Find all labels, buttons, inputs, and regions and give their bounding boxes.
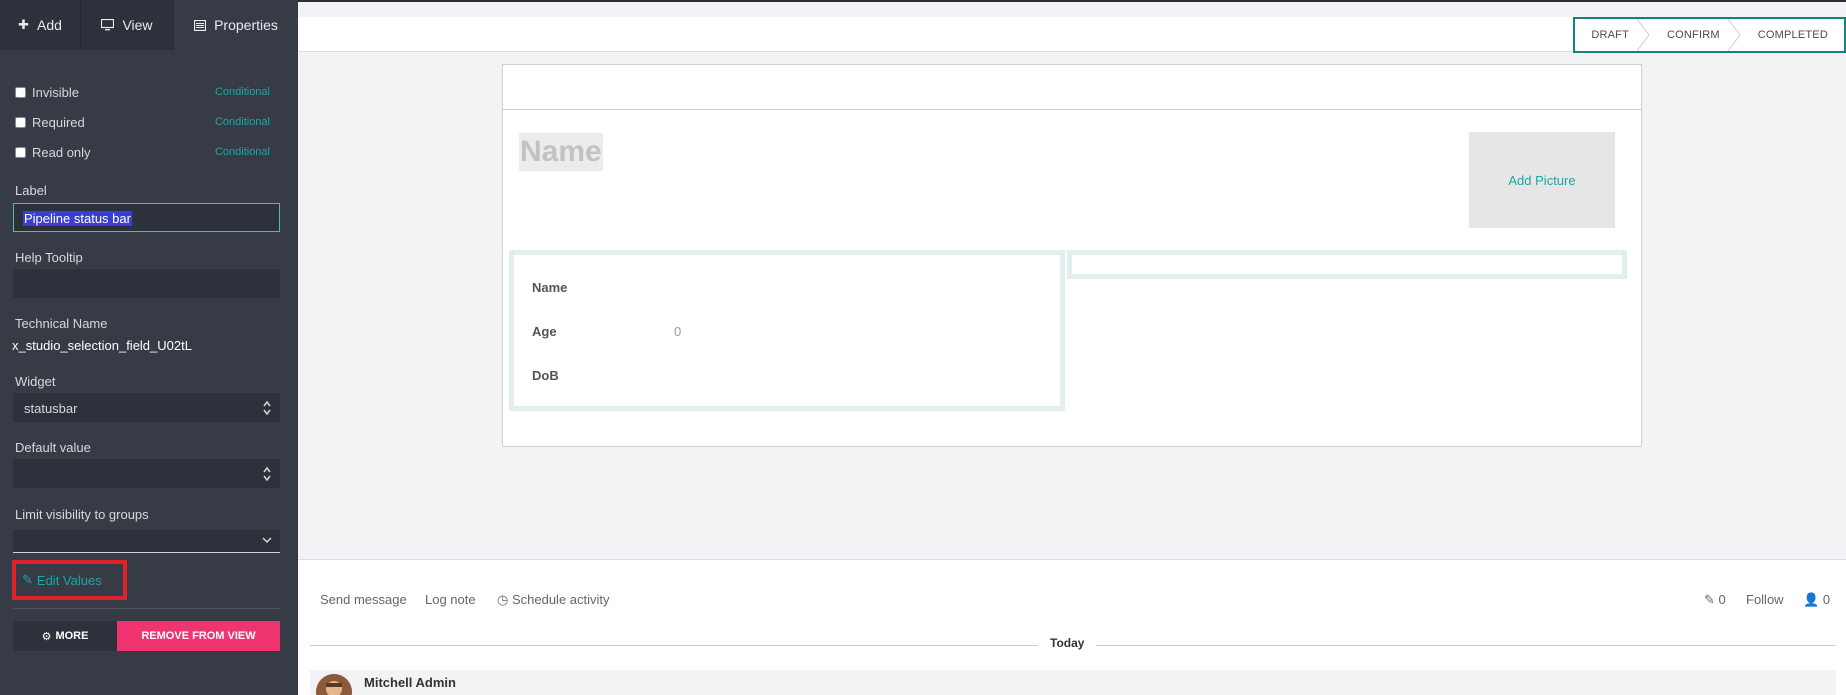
default-value-caption: Default value (15, 440, 91, 455)
required-label: Required (32, 114, 85, 130)
field-label-name: Name (532, 280, 568, 295)
technical-name-value: x_studio_selection_field_U02tL (12, 338, 192, 353)
field-value-age[interactable]: 0 (674, 324, 681, 339)
tab-properties-label: Properties (214, 17, 278, 33)
more-button[interactable]: ⚙ MORE (13, 621, 117, 651)
groups-caption: Limit visibility to groups (15, 507, 149, 522)
more-button-label: MORE (55, 630, 89, 642)
stage-confirm[interactable]: CONFIRM (1645, 19, 1741, 51)
widget-select[interactable]: statusbar (13, 393, 280, 422)
widget-caption: Widget (15, 374, 56, 389)
technical-name-caption: Technical Name (15, 316, 108, 331)
tab-properties[interactable]: Properties (174, 0, 298, 50)
required-row: Required Conditional (15, 113, 270, 131)
sheet-header[interactable] (503, 65, 1641, 110)
add-picture-button[interactable]: Add Picture (1469, 132, 1615, 228)
sidebar-divider (13, 608, 280, 609)
stage-label: DRAFT (1591, 29, 1629, 41)
form-editor: DRAFT CONFIRM COMPLETED Name Add Picture… (298, 2, 1846, 695)
edit-values-link[interactable]: ✎ Edit Values (12, 560, 127, 600)
paperclip-icon: ✎ (1704, 592, 1715, 607)
pipeline-statusbar[interactable]: DRAFT CONFIRM COMPLETED (1573, 17, 1846, 53)
required-conditional-link[interactable]: Conditional (215, 116, 270, 128)
label-input[interactable]: Pipeline status bar (13, 203, 280, 232)
attachments-count: 0 (1718, 592, 1726, 607)
follow-button[interactable]: Follow (1746, 592, 1784, 607)
schedule-activity-link[interactable]: ◷ Schedule activity (497, 592, 610, 608)
sidebar-tabs: ✚ Add View Properties (0, 0, 298, 50)
updown-icon (263, 466, 271, 482)
updown-icon (263, 400, 271, 416)
invisible-label: Invisible (32, 84, 79, 100)
invisible-conditional-link[interactable]: Conditional (215, 86, 270, 98)
user-icon: 👤 (1803, 592, 1820, 607)
field-label-dob: DoB (532, 368, 559, 383)
stage-label: CONFIRM (1667, 29, 1720, 41)
field-group-right[interactable] (1067, 250, 1627, 279)
chevron-down-icon (262, 537, 272, 544)
groups-select[interactable] (13, 530, 280, 553)
today-label: Today (1038, 636, 1097, 650)
followers-count: 0 (1822, 592, 1831, 607)
tab-add-label: Add (36, 17, 62, 33)
tab-view-label: View (122, 17, 153, 33)
schedule-activity-label: Schedule activity (511, 592, 610, 607)
remove-from-view-button[interactable]: REMOVE FROM VIEW (117, 621, 280, 651)
readonly-conditional-link[interactable]: Conditional (215, 146, 270, 158)
default-value-select[interactable] (13, 459, 280, 488)
stage-completed[interactable]: COMPLETED (1736, 19, 1844, 51)
message-author[interactable]: Mitchell Admin (364, 675, 456, 690)
label-caption: Label (15, 183, 47, 198)
monitor-icon (101, 19, 115, 31)
stage-arrow-separator (1727, 19, 1741, 51)
plus-icon: ✚ (18, 17, 29, 32)
field-label-age: Age (532, 324, 557, 339)
pencil-icon: ✎ (22, 572, 33, 587)
stage-label: COMPLETED (1757, 29, 1828, 41)
invisible-row: Invisible Conditional (15, 83, 270, 101)
tooltip-caption: Help Tooltip (15, 250, 83, 265)
form-sheet: Name Add Picture Name Age 0 DoB (502, 64, 1642, 447)
gear-icon: ⚙ (41, 630, 52, 643)
tab-add[interactable]: ✚ Add (0, 0, 81, 50)
chatter: Send message Log note ◷ Schedule activit… (298, 559, 1846, 695)
avatar[interactable] (316, 674, 352, 695)
send-message-link[interactable]: Send message (320, 592, 407, 607)
log-note-link[interactable]: Log note (425, 592, 476, 607)
readonly-row: Read only Conditional (15, 143, 270, 161)
readonly-label: Read only (32, 144, 91, 160)
widget-select-value: statusbar (24, 401, 78, 416)
help-tooltip-input[interactable] (13, 269, 280, 298)
attachments-button[interactable]: ✎ 0 (1704, 592, 1726, 608)
studio-sidebar: ✚ Add View Properties Invisible Conditio… (0, 0, 298, 695)
avatar-image (316, 674, 352, 695)
followers-button[interactable]: 👤 0 (1803, 592, 1830, 608)
field-group-left[interactable]: Name Age 0 DoB (509, 250, 1065, 411)
stage-arrow-separator (1637, 19, 1650, 51)
label-input-value: Pipeline status bar (23, 211, 132, 226)
readonly-checkbox[interactable] (15, 146, 26, 158)
clock-icon: ◷ (497, 592, 509, 607)
message-item: Mitchell Admin (310, 670, 1836, 695)
edit-values-label: Edit Values (36, 572, 102, 588)
tab-view[interactable]: View (81, 0, 174, 50)
invisible-checkbox[interactable] (15, 86, 26, 98)
name-title-field[interactable]: Name (519, 133, 603, 171)
stage-draft[interactable]: DRAFT (1575, 19, 1650, 51)
list-icon (194, 19, 207, 31)
required-checkbox[interactable] (15, 116, 26, 128)
